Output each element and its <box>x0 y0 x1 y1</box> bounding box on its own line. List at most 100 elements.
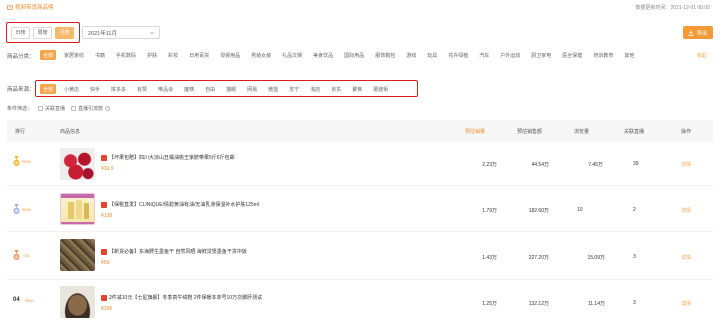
source-chip[interactable]: 自由 <box>202 84 218 94</box>
export-icon <box>688 30 694 36</box>
source-chip[interactable]: 淘店 <box>307 84 323 94</box>
table-row: 04 New 2件减10元【七星旗舰】冬季真牛绒鞋 2件保暖本单号10万次脚肝测… <box>7 280 713 325</box>
product-title-text: 2件减10元【七星旗舰】冬季真牛绒鞋 2件保暖本单号10万次脚肝测试 <box>109 295 263 301</box>
source-chip[interactable]: 全部 <box>40 84 57 94</box>
tab-weekly[interactable]: 周榜 <box>33 26 52 39</box>
product-title[interactable]: 【保税直发】CLINIQUE/倩碧黄油有油/无油乳液保湿补水护肤125ml <box>101 201 259 208</box>
month-select-value: 2021年11月 <box>88 30 117 37</box>
category-chip[interactable]: 礼品文娱 <box>279 50 305 60</box>
category-chip[interactable]: 游戏 <box>403 50 419 60</box>
collapse-link[interactable]: 收起 <box>697 52 707 59</box>
filter-option-label: 关联直播 <box>45 105 66 112</box>
source-chip[interactable]: 小黄店 <box>61 84 82 94</box>
source-chip[interactable]: 蘑菇街 <box>370 84 391 94</box>
product-title-text: 【坏果包赔】四川大凉山丑橘油桃王家脐带果5斤6斤包邮 <box>109 155 235 161</box>
product-thumbnail[interactable] <box>60 193 95 225</box>
header-revenue[interactable]: 预估销售额 <box>517 128 542 135</box>
category-chip[interactable]: 书籍 <box>92 50 108 60</box>
source-chip[interactable]: 拼多多 <box>108 84 129 94</box>
views-value: 10 <box>577 207 583 213</box>
platform-icon <box>101 294 107 301</box>
category-chip[interactable]: 其他 <box>621 50 637 60</box>
source-chip[interactable]: 聚焦 <box>349 84 365 94</box>
platform-icon <box>101 248 107 255</box>
category-chip[interactable]: 美食饮品 <box>310 50 336 60</box>
period-tabs: 日榜 周榜 月榜 <box>6 22 80 43</box>
detail-link[interactable]: 详情 <box>681 254 691 261</box>
condition-filter: 条件筛选： 关联直播 直播引流款 ? <box>7 103 111 113</box>
platform-icon <box>101 154 107 161</box>
header-lives[interactable]: 关联直播 <box>624 128 644 135</box>
checkbox[interactable] <box>71 105 77 111</box>
export-button[interactable]: 导出 <box>683 26 713 39</box>
rank-trend-tag: New <box>24 297 34 303</box>
month-select[interactable]: 2021年11月 <box>82 26 160 39</box>
category-chip[interactable]: 护肤 <box>144 50 160 60</box>
table-row: New 【坏果包赔】四川大凉山丑橘油桃王家脐带果5斤6斤包邮 ¥19.9 2.2… <box>7 142 713 186</box>
sales-value: 1.79万 <box>482 208 497 214</box>
category-chip[interactable]: 医全保健 <box>559 50 585 60</box>
category-chip[interactable]: 户外运动 <box>497 50 523 60</box>
product-thumbnail[interactable] <box>60 239 95 271</box>
source-chip[interactable]: 猫眼 <box>223 84 239 94</box>
product-info: 【坏果包赔】四川大凉山丑橘油桃王家脐带果5斤6斤包邮 ¥19.9 <box>101 154 235 172</box>
tab-monthly[interactable]: 月榜 <box>55 26 74 39</box>
product-thumbnail[interactable] <box>60 148 95 180</box>
category-chip[interactable]: 手机数码 <box>113 50 139 60</box>
product-title[interactable]: 【新货必备】东海野生墨鱼干 自然风晒 海鲜烫煲墨鱼干货冲饭 <box>101 248 247 255</box>
category-chip[interactable]: 母婴用品 <box>217 50 243 60</box>
lives-value: 3 <box>633 300 636 306</box>
filter-option-live[interactable]: 关联直播 <box>38 105 65 112</box>
category-chip[interactable]: 家居家纺 <box>61 50 87 60</box>
tab-daily[interactable]: 日榜 <box>11 26 30 39</box>
product-thumbnail[interactable] <box>60 286 95 318</box>
category-label: 商品分类： <box>7 54 35 60</box>
breadcrumb[interactable]: 视频带货商品榜 <box>7 3 54 11</box>
category-chip[interactable]: 国际用品 <box>341 50 367 60</box>
category-chip[interactable]: 彩妆 <box>165 50 181 60</box>
category-chip[interactable]: 全部 <box>40 50 57 60</box>
table-row: New 【保税直发】CLINIQUE/倩碧黄油有油/无油乳液保湿补水护肤125m… <box>7 186 713 232</box>
category-chip[interactable]: 玩具 <box>424 50 440 60</box>
table-header: 排行 商品信息 预估销量 预估销售额 浏览量 关联直播 操作 <box>7 120 713 142</box>
category-chip[interactable]: 汽车 <box>476 50 492 60</box>
source-chip[interactable]: 唯品会 <box>155 84 176 94</box>
product-title-text: 【保税直发】CLINIQUE/倩碧黄油有油/无油乳液保湿补水护肤125ml <box>109 202 260 208</box>
revenue-value: 227.20万 <box>528 255 549 261</box>
source-chip[interactable]: 苏宁 <box>286 84 302 94</box>
checkbox[interactable] <box>38 105 44 111</box>
sales-value: 2.23万 <box>482 162 497 168</box>
source-chip[interactable]: 微盟 <box>265 84 281 94</box>
views-value: 15.09万 <box>587 255 605 261</box>
header-sales[interactable]: 预估销量 <box>465 128 485 135</box>
update-time: 数据更新时间：2021-12-01 00:00 <box>635 5 710 11</box>
category-chip[interactable]: 男装女装 <box>248 50 274 60</box>
detail-link[interactable]: 详情 <box>681 207 691 214</box>
filter-option-traffic[interactable]: 直播引流款 ? <box>71 105 111 112</box>
source-chip[interactable]: 京东 <box>328 84 344 94</box>
rank-cell: ↑15 <box>13 250 29 261</box>
revenue-value: 44.54万 <box>531 162 549 168</box>
category-chip[interactable]: 服饰箱包 <box>372 50 398 60</box>
rank-trend-tag: New <box>22 159 32 164</box>
header-product: 商品信息 <box>60 129 81 135</box>
source-chip[interactable]: 快手 <box>87 84 103 94</box>
product-info: 2件减10元【七星旗舰】冬季真牛绒鞋 2件保暖本单号10万次脚肝测试 ¥196 <box>101 294 262 312</box>
category-chip[interactable]: 厨卫家电 <box>528 50 554 60</box>
header-views[interactable]: 浏览量 <box>574 128 589 135</box>
category-chip[interactable]: 日用百货 <box>186 50 212 60</box>
lives-value: 39 <box>633 161 639 167</box>
category-chip[interactable]: 培训教育 <box>590 50 616 60</box>
product-title[interactable]: 2件减10元【七星旗舰】冬季真牛绒鞋 2件保暖本单号10万次脚肝测试 <box>101 294 262 301</box>
source-filter: 商品来源： 全部 小黄店 快手 拼多多 有赞 唯品会 魔筷 自由 猫眼 网易 微… <box>7 83 427 98</box>
platform-icon <box>101 201 107 208</box>
source-chip[interactable]: 网易 <box>244 84 260 94</box>
source-chip[interactable]: 魔筷 <box>181 84 197 94</box>
category-chip[interactable]: 花卉绿植 <box>445 50 471 60</box>
detail-link[interactable]: 详情 <box>681 161 691 168</box>
product-title[interactable]: 【坏果包赔】四川大凉山丑橘油桃王家脐带果5斤6斤包邮 <box>101 154 235 161</box>
source-chip[interactable]: 有赞 <box>134 84 150 94</box>
detail-link[interactable]: 详情 <box>681 300 691 307</box>
silver-medal-icon <box>13 204 20 214</box>
product-info: 【保税直发】CLINIQUE/倩碧黄油有油/无油乳液保湿补水护肤125ml ¥1… <box>101 201 259 219</box>
